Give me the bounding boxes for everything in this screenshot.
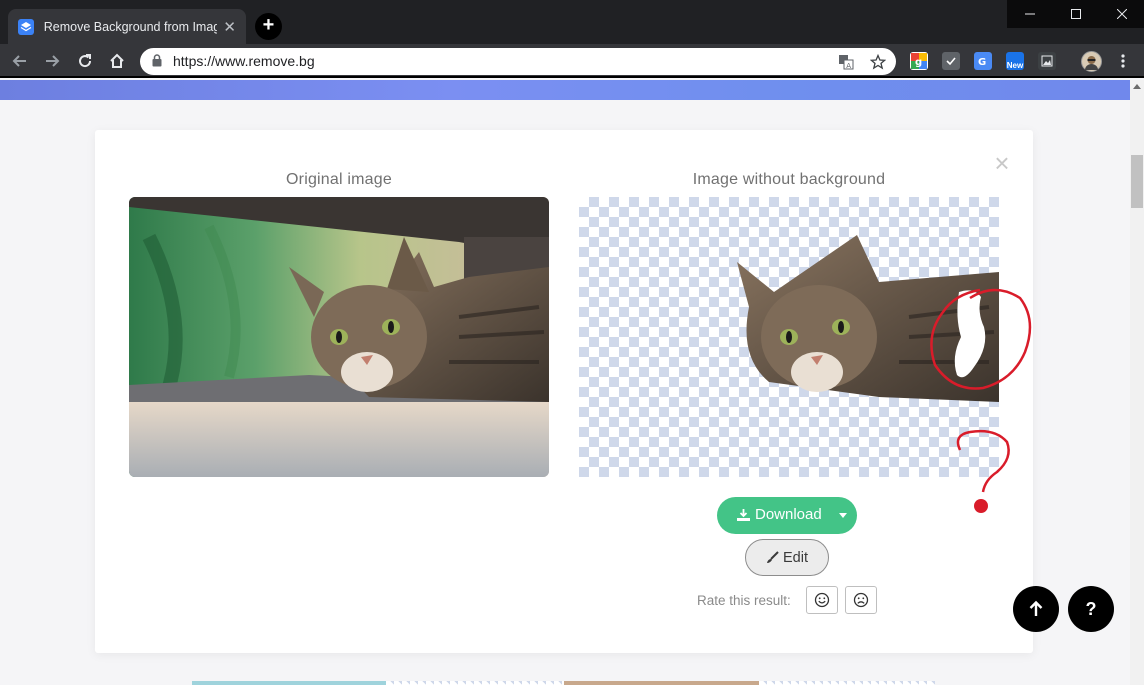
browser-tab[interactable]: Remove Background from Image ✕	[8, 9, 246, 44]
rate-label: Rate this result:	[697, 593, 791, 608]
minimize-button[interactable]	[1007, 0, 1053, 28]
help-button[interactable]: ?	[1068, 586, 1114, 632]
tab-close-icon[interactable]: ✕	[223, 18, 236, 36]
lock-icon	[152, 54, 162, 72]
translate-icon[interactable]: A	[836, 52, 856, 72]
scroll-up-arrow-icon[interactable]	[1133, 84, 1141, 89]
browser-toolbar: https://www.remove.bg A g G New	[0, 44, 1144, 78]
result-image-title: Image without background	[692, 171, 886, 188]
arrow-up-icon	[1029, 600, 1043, 616]
help-label: ?	[1085, 598, 1097, 619]
download-main[interactable]: Download	[736, 506, 822, 523]
svg-text:G: G	[978, 57, 986, 67]
address-bar[interactable]: https://www.remove.bg A	[140, 48, 896, 75]
forward-arrow-icon[interactable]	[40, 49, 64, 73]
reload-icon[interactable]	[73, 49, 97, 73]
next-section-strip-2	[386, 681, 564, 685]
browser-menu-icon[interactable]	[1115, 51, 1131, 71]
bookmark-star-icon[interactable]	[868, 52, 888, 72]
scroll-to-top-button[interactable]	[1013, 586, 1059, 632]
translate-ext-icon[interactable]: G	[974, 52, 992, 70]
back-arrow-icon[interactable]	[8, 49, 32, 73]
maximize-button[interactable]	[1053, 0, 1099, 28]
svg-text:A: A	[846, 62, 851, 70]
download-options-chevron-icon[interactable]	[839, 513, 847, 518]
close-window-button[interactable]	[1099, 0, 1144, 28]
next-section-strip-1	[192, 681, 386, 685]
smiley-happy-icon	[814, 592, 830, 608]
brush-icon	[767, 551, 779, 563]
download-label: Download	[755, 506, 822, 523]
download-icon	[737, 508, 750, 521]
next-section-strip-3	[564, 681, 759, 685]
new-ext-label: New	[1006, 61, 1024, 70]
original-image-title: Original image	[286, 171, 392, 188]
new-ext-icon[interactable]: New	[1006, 52, 1024, 70]
page-header-banner	[0, 80, 1130, 100]
download-button[interactable]: Download	[717, 497, 857, 534]
next-section-strip-4	[759, 681, 935, 685]
profile-avatar[interactable]	[1081, 51, 1102, 72]
removebg-favicon-icon	[18, 18, 34, 35]
tab-title: Remove Background from Image	[43, 19, 218, 34]
scrollbar-thumb[interactable]	[1131, 155, 1143, 208]
edit-label: Edit	[783, 549, 808, 566]
rate-happy-button[interactable]	[806, 586, 838, 614]
browser-titlebar: Remove Background from Image ✕ +	[0, 0, 1144, 44]
red-annotation-circle-icon	[930, 288, 1032, 513]
svg-text:g: g	[915, 57, 922, 68]
smiley-sad-icon	[853, 592, 869, 608]
edit-button[interactable]: Edit	[745, 539, 829, 576]
home-icon[interactable]	[105, 49, 129, 73]
url-text: https://www.remove.bg	[173, 53, 315, 69]
google-ext-icon[interactable]: g	[910, 52, 928, 70]
new-tab-button[interactable]: +	[255, 13, 282, 40]
checkbox-ext-icon[interactable]	[942, 52, 960, 70]
rate-sad-button[interactable]	[845, 586, 877, 614]
original-cat-image	[129, 197, 549, 477]
image-ext-icon[interactable]	[1038, 52, 1056, 70]
